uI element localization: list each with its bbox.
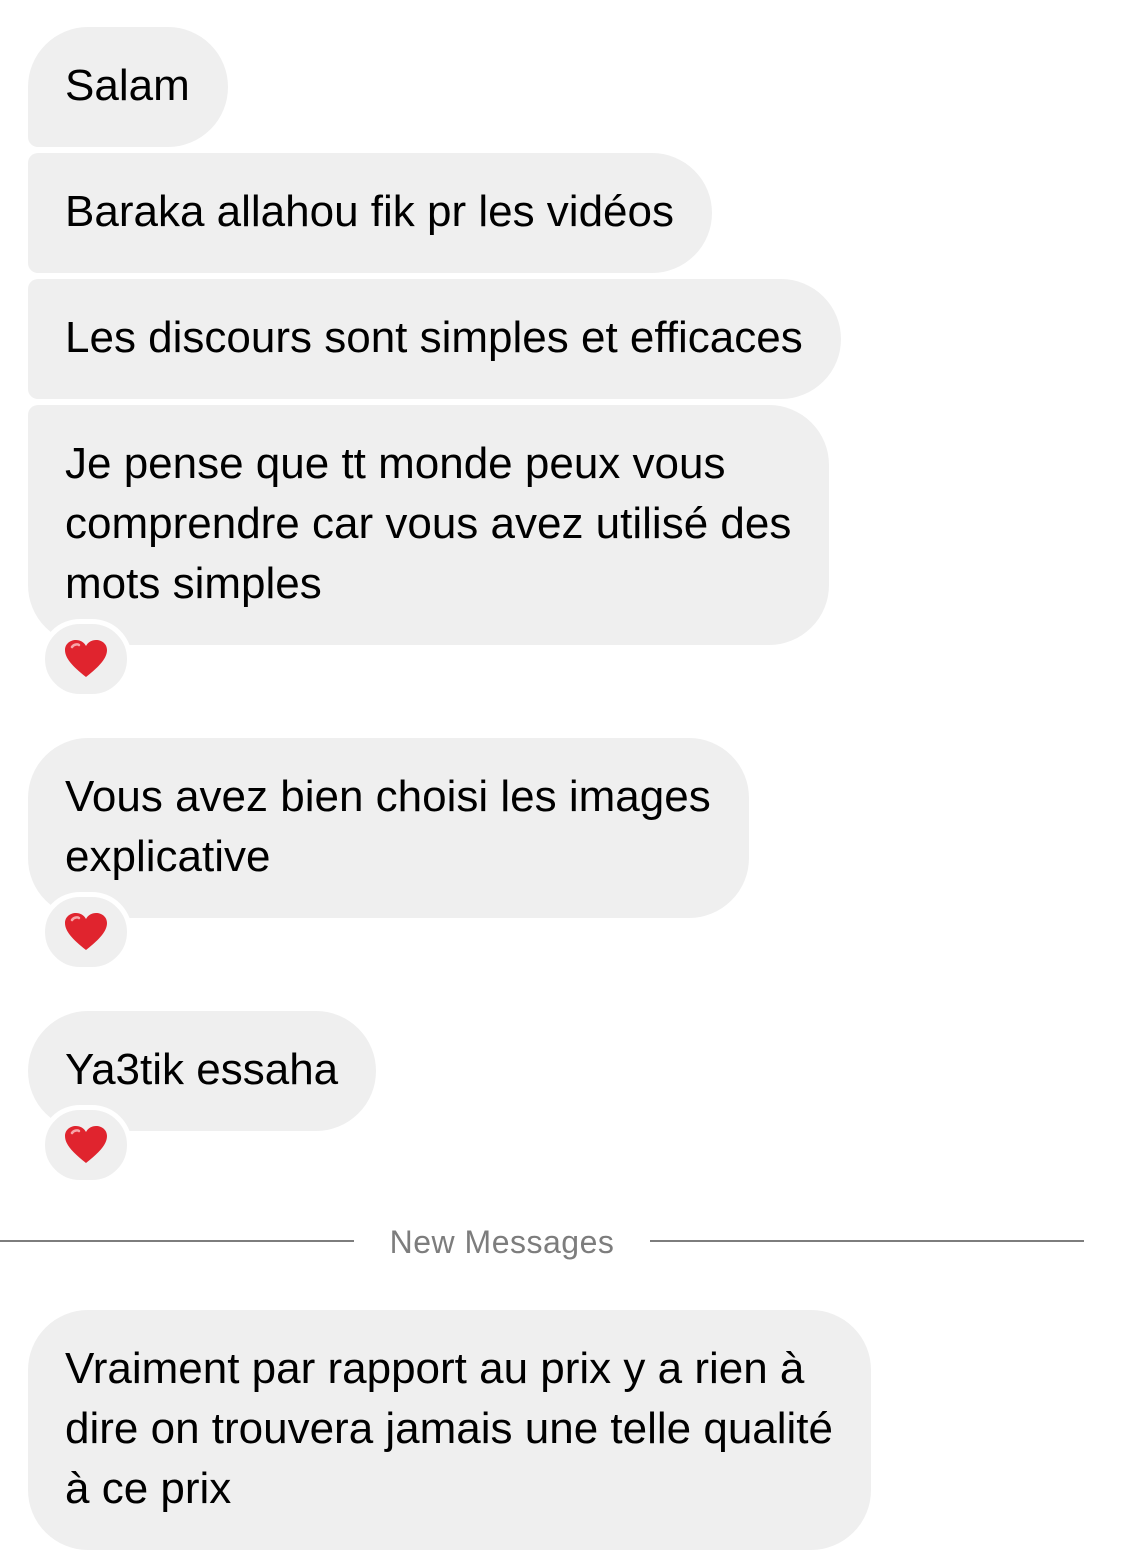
heart-reaction[interactable]	[40, 892, 132, 972]
heart-icon	[65, 640, 107, 677]
new-messages-divider: New Messages	[0, 1216, 1084, 1266]
heart-reaction[interactable]	[40, 1105, 132, 1185]
message-text: Salam	[65, 61, 190, 110]
message-bubble[interactable]: Les discours sont simples et efficaces	[28, 279, 841, 399]
message-text: Ya3tik essaha	[65, 1045, 339, 1094]
message-text: Vous avez bien choisi les images	[65, 772, 711, 821]
message-text: Les discours sont simples et efficaces	[65, 313, 803, 362]
message-text: Je pense que tt monde peux vous	[65, 439, 726, 488]
message-text: dire on trouvera jamais une telle qualit…	[65, 1404, 834, 1453]
message-text: mots simples	[65, 559, 322, 608]
heart-reaction[interactable]	[40, 619, 132, 699]
message-thread: Salam Baraka allahou fik pr les vidéos L…	[0, 0, 1144, 1552]
message-bubble[interactable]: Salam	[28, 27, 228, 147]
message-bubble[interactable]: Vous avez bien choisi les images explica…	[28, 738, 749, 918]
message-bubble[interactable]: Je pense que tt monde peux vous comprend…	[28, 405, 830, 645]
divider-line	[0, 1240, 354, 1242]
message-bubble[interactable]: Baraka allahou fik pr les vidéos	[28, 153, 712, 273]
heart-icon	[65, 1126, 107, 1163]
message-text: comprendre car vous avez utilisé des	[65, 499, 792, 548]
new-messages-label: New Messages	[389, 1224, 615, 1260]
message-bubble[interactable]: Vraiment par rapport au prix y a rien à …	[28, 1310, 872, 1550]
heart-icon	[65, 913, 107, 950]
message-text: Vraiment par rapport au prix y a rien à	[65, 1344, 805, 1393]
message-text: à ce prix	[65, 1464, 232, 1513]
divider-line	[650, 1240, 1084, 1242]
message-text: Baraka allahou fik pr les vidéos	[65, 187, 674, 236]
message-text: explicative	[65, 832, 271, 881]
